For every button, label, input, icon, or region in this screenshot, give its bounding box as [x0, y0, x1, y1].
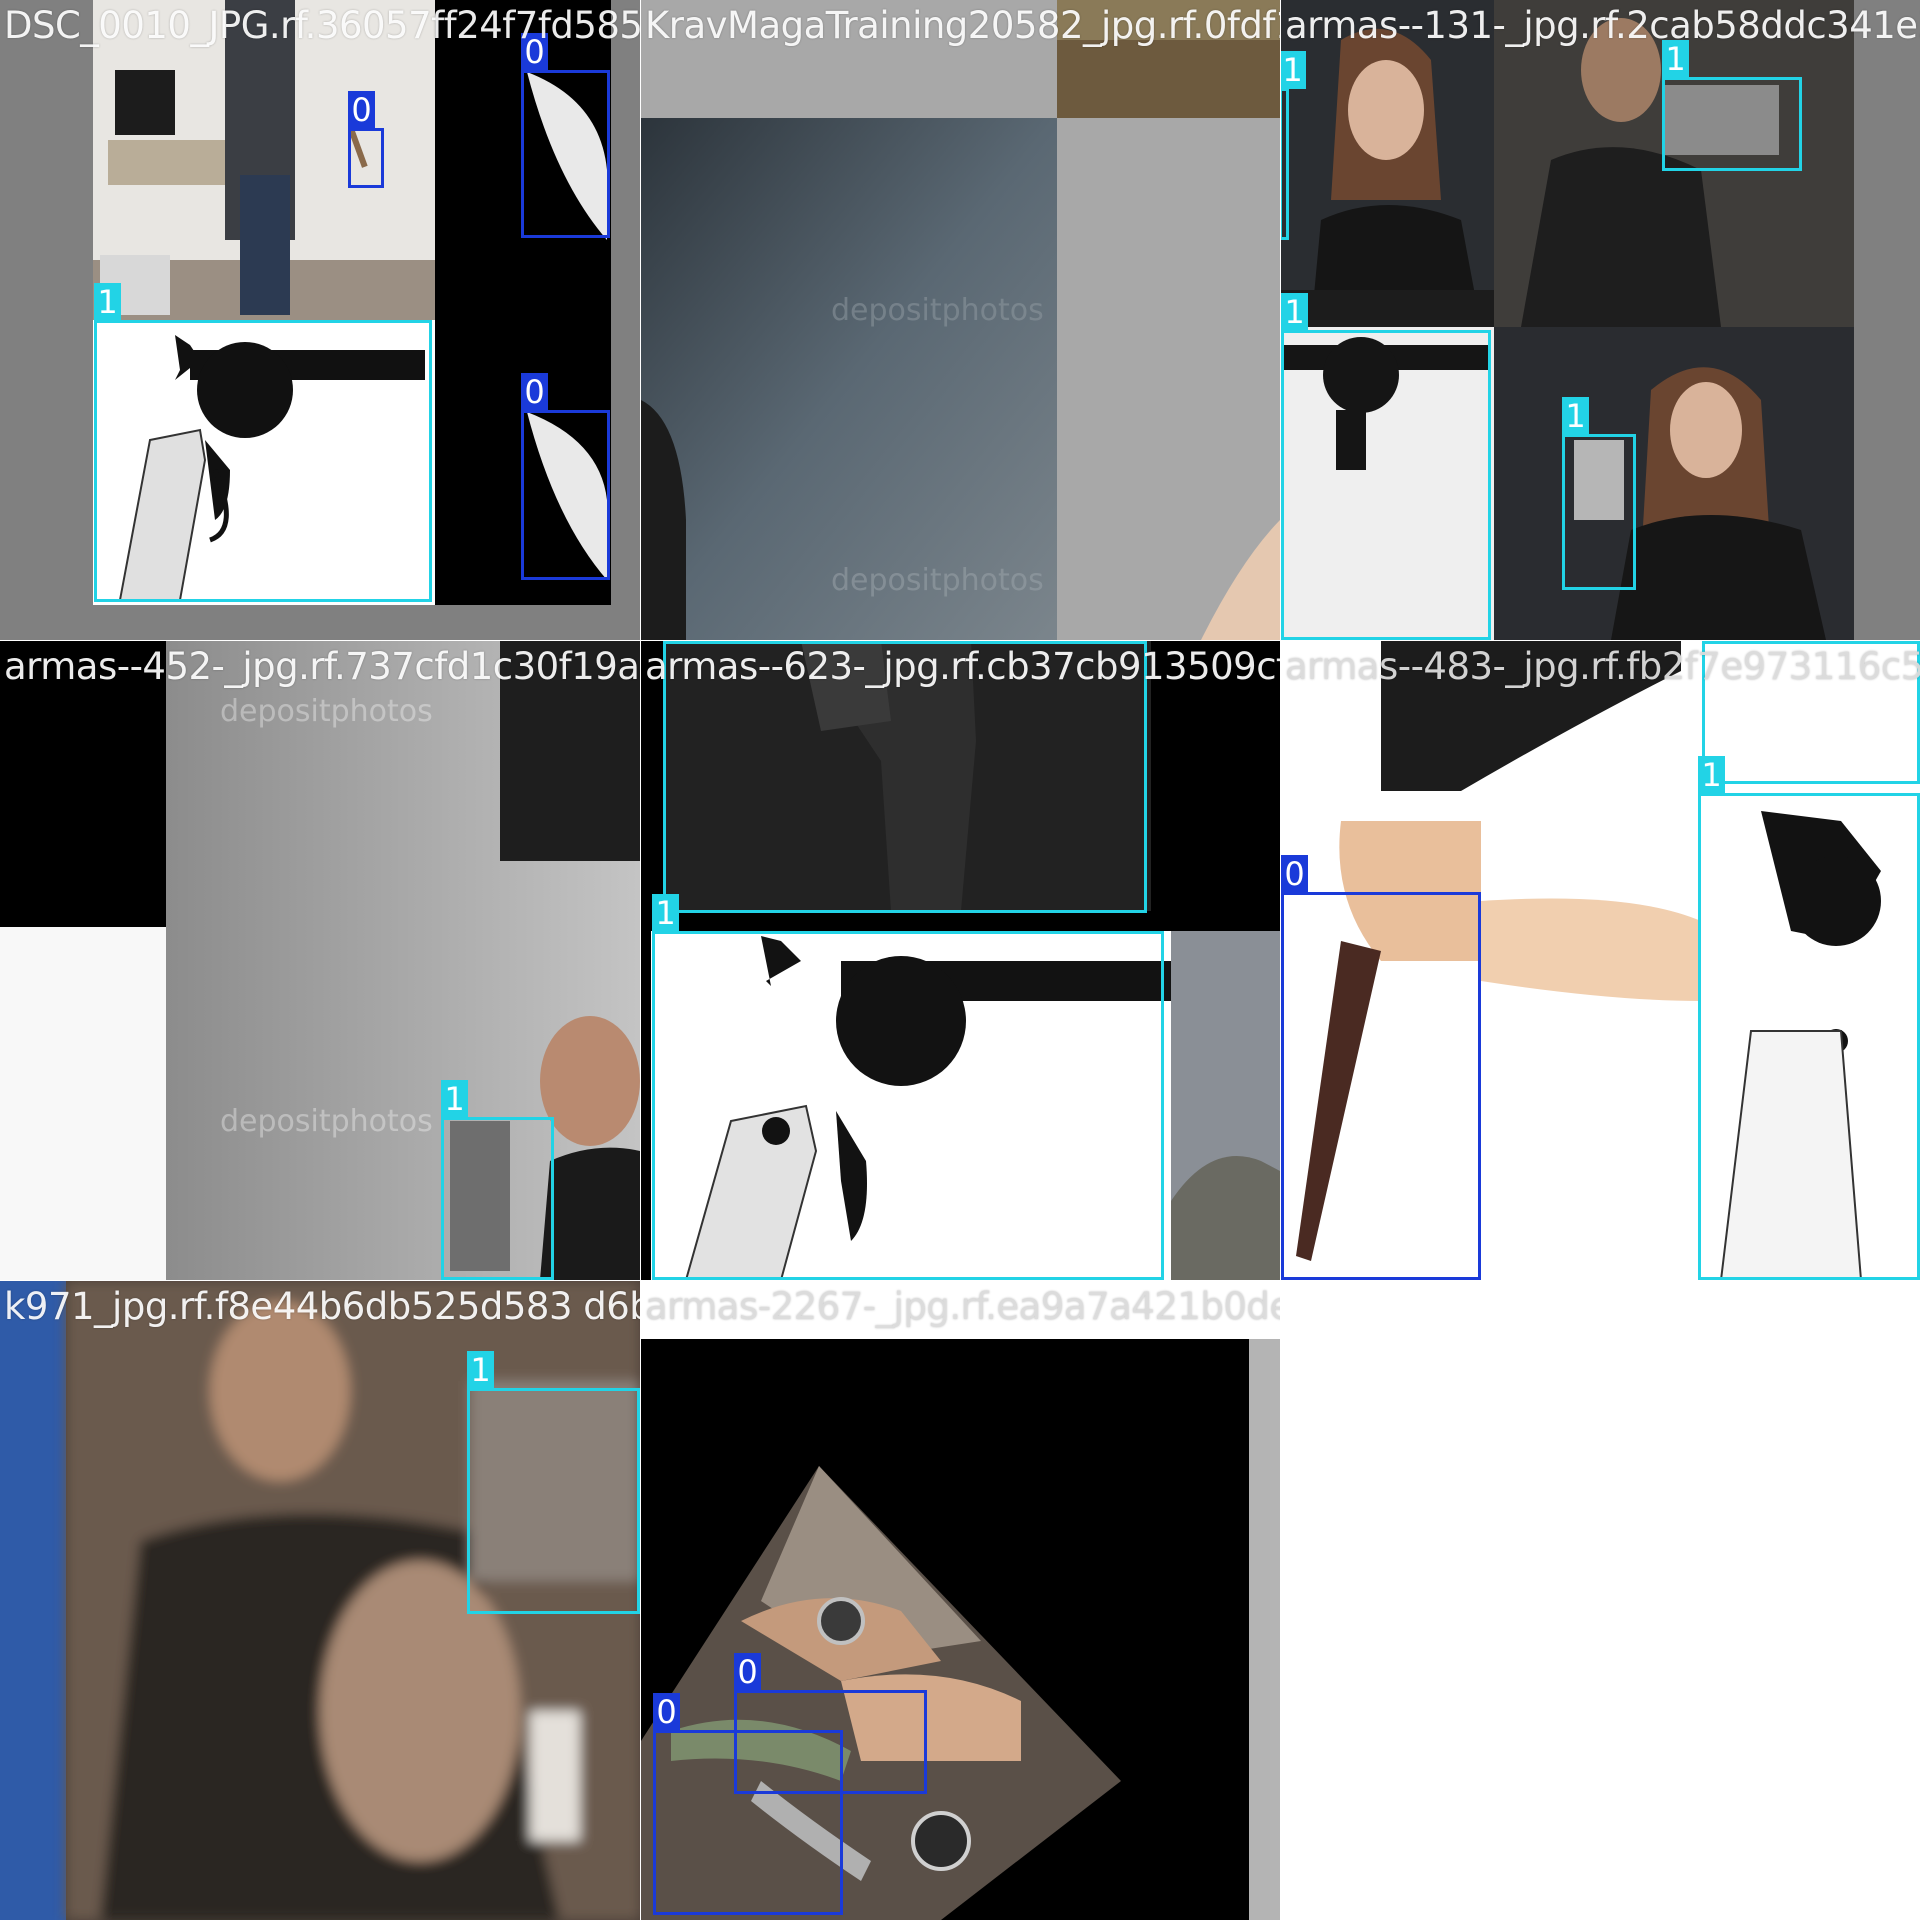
- class-label: 0: [521, 373, 548, 411]
- detection-box: 1: [1698, 756, 1920, 1280]
- tile-1-filename: DSC_0010_JPG.rf.36057ff24f7fd5853f5d4f14: [4, 4, 640, 47]
- tile-7-filename: k971_jpg.rf.f8e44b6db525d583 d6b623e: [4, 1285, 640, 1328]
- watermark-text: depositphotos: [831, 563, 1044, 598]
- class-label: 1: [663, 641, 690, 642]
- mosaic-tile-6: armas--483-_jpg.rf.fb2f7e973116c526 1 1 …: [1281, 641, 1920, 1280]
- mosaic-tile-5: armas--623-_jpg.rf.cb37cb913509cfda3a67 …: [641, 641, 1280, 1280]
- class-label: 1: [1281, 293, 1308, 331]
- tile-2-scene: depositphotos depositphotos: [641, 0, 1280, 640]
- class-label: 0: [348, 91, 375, 129]
- detection-box: 1: [1281, 51, 1306, 240]
- mosaic-tile-1: DSC_0010_JPG.rf.36057ff24f7fd5853f5d4f14…: [0, 0, 640, 640]
- class-label: 1: [1562, 397, 1589, 435]
- detection-box: 1: [1281, 293, 1491, 640]
- class-label: 1: [1281, 51, 1306, 89]
- class-label: 1: [467, 1351, 494, 1389]
- class-label: 0: [1281, 855, 1308, 893]
- tile-3-filename: armas--131-_jpg.rf.2cab58ddc341e33: [1285, 4, 1920, 47]
- detection-box: 0: [1281, 855, 1481, 1280]
- class-label: 1: [441, 1080, 468, 1118]
- class-label: 1: [1698, 756, 1725, 794]
- mosaic-tile-4: depositphotos depositphotos armas--452-_…: [0, 641, 640, 1280]
- detection-box: 0: [653, 1693, 843, 1915]
- watermark-text: depositphotos: [220, 1104, 433, 1139]
- mosaic-tile-8: armas-2267-_jpg.rf.ea9a7a421b0de9d99e0e …: [641, 1281, 1280, 1920]
- class-label: 0: [734, 1653, 761, 1691]
- mosaic-tile-2: depositphotos depositphotos KravMagaTrai…: [641, 0, 1280, 640]
- tile-8-filename: armas-2267-_jpg.rf.ea9a7a421b0de9d99e0e: [645, 1285, 1280, 1328]
- watermark-text: depositphotos: [831, 293, 1044, 328]
- detection-box: 0: [521, 373, 610, 580]
- mosaic-tile-7: k971_jpg.rf.f8e44b6db525d583 d6b623e 1: [0, 1281, 640, 1920]
- detection-box: 1: [1662, 40, 1802, 171]
- detection-box: 1: [467, 1351, 640, 1614]
- mosaic-tile-3: armas--131-_jpg.rf.2cab58ddc341e33 1 1 1…: [1281, 0, 1920, 640]
- tile-2-filename: KravMagaTraining20582_jpg.rf.0fdf17a05c0: [645, 4, 1280, 47]
- class-label: 1: [652, 894, 679, 932]
- detection-box: 0: [348, 91, 384, 188]
- watermark-text: depositphotos: [220, 694, 433, 729]
- detection-box: 1: [652, 894, 1164, 1280]
- tile-6-filename: armas--483-_jpg.rf.fb2f7e973116c526: [1285, 645, 1920, 688]
- detection-box: 1: [441, 1080, 554, 1280]
- tile-4-filename: armas--452-_jpg.rf.737cfd1c30f19adea05fa: [4, 645, 640, 688]
- detection-box: 1: [1562, 397, 1636, 590]
- detection-box: 0: [521, 33, 610, 238]
- class-label: 1: [1702, 641, 1729, 642]
- mosaic-tile-9: [1281, 1281, 1920, 1920]
- class-label: 1: [94, 283, 121, 321]
- class-label: 0: [653, 1693, 680, 1731]
- detection-box: 1: [94, 283, 432, 602]
- tile-5-filename: armas--623-_jpg.rf.cb37cb913509cfda3a67: [645, 645, 1280, 688]
